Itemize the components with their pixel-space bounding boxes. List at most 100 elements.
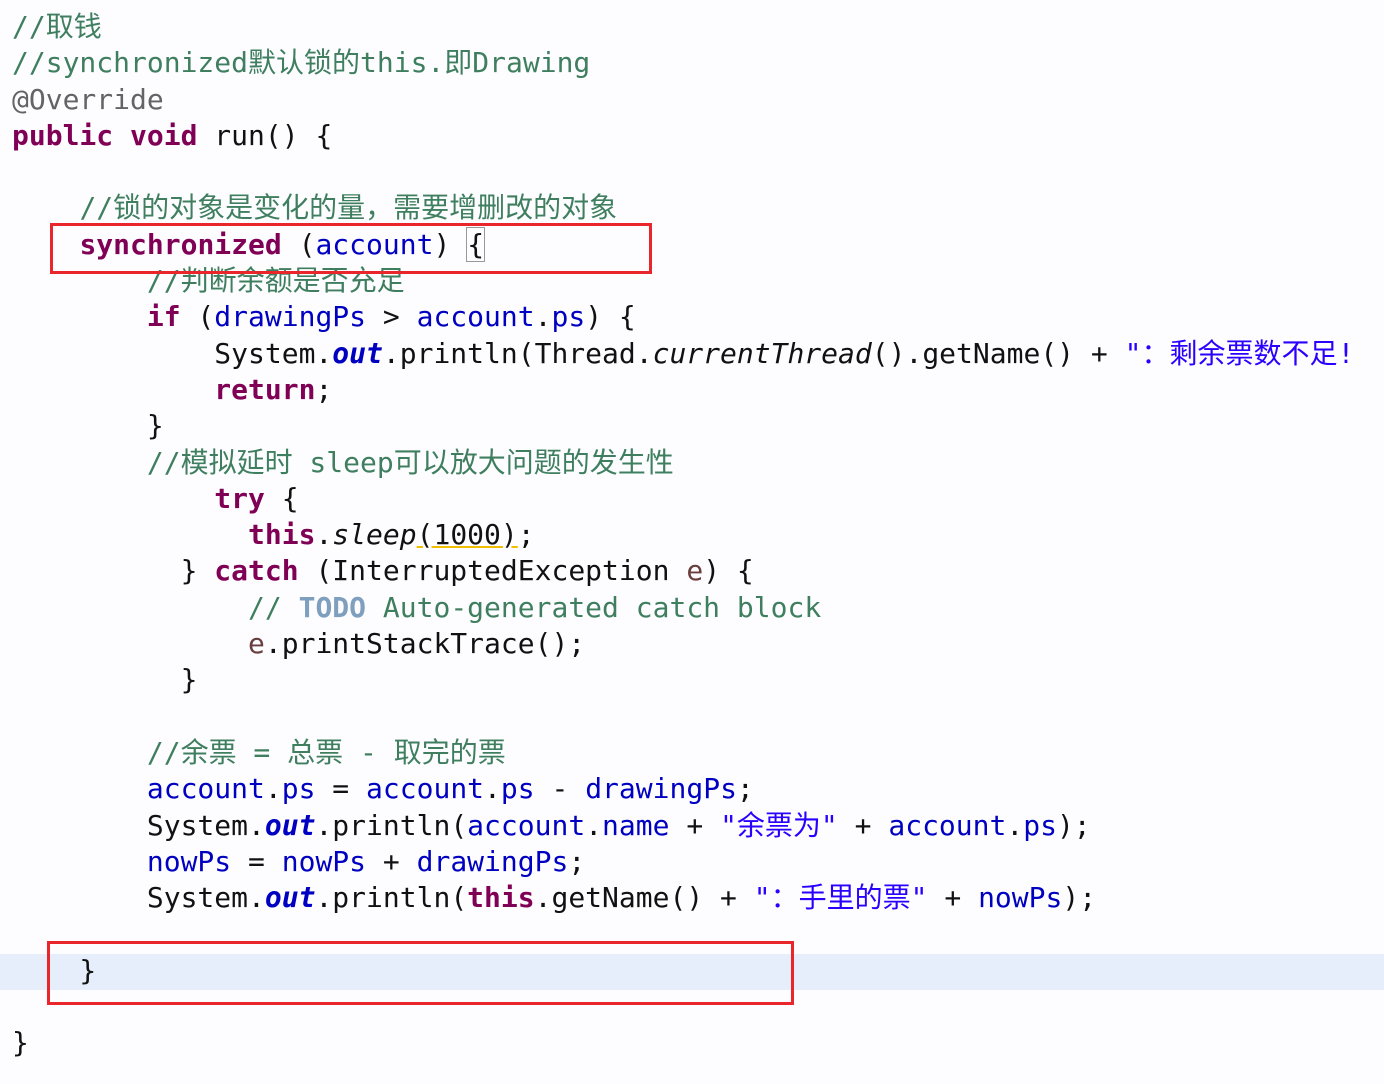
code-token: ps	[281, 772, 316, 806]
code-line[interactable]: //模拟延时 sleep可以放大问题的发生性	[12, 445, 1354, 481]
code-line[interactable]: account.ps = account.ps - drawingPs;	[12, 771, 1354, 807]
code-token: drawingPs	[416, 844, 569, 878]
code-token: //模拟延时 sleep可以放大问题的发生性	[146, 445, 674, 479]
code-line[interactable]: }	[12, 662, 1354, 698]
code-token: "余票为"	[720, 808, 838, 842]
code-token: .printStackTrace();	[264, 627, 586, 661]
code-token: public	[12, 118, 114, 152]
code-token: System.	[12, 336, 333, 370]
code-token: ps	[551, 300, 586, 334]
code-token: ;	[736, 772, 754, 806]
code-token: .println(Thread.	[382, 336, 653, 370]
code-token: account	[366, 772, 485, 806]
code-token: ;	[568, 844, 586, 878]
code-token: TODO	[298, 590, 367, 624]
code-line[interactable]: // TODO Auto-generated catch block	[12, 590, 1354, 626]
code-token: void	[130, 118, 198, 152]
code-token: currentThread	[652, 336, 872, 370]
code-token: if	[146, 300, 181, 334]
code-token: name	[602, 808, 670, 842]
code-line[interactable]	[12, 154, 1354, 190]
code-line[interactable]: nowPs = nowPs + drawingPs;	[12, 844, 1354, 880]
code-token: (InterruptedException	[298, 554, 687, 588]
code-token: ps	[1023, 808, 1057, 842]
code-line[interactable]: }	[12, 1025, 1354, 1061]
highlight-box-closing-brace	[47, 941, 794, 1005]
code-token: drawingPs	[585, 772, 737, 806]
code-line[interactable]: //余票 = 总票 - 取完的票	[12, 735, 1354, 771]
code-line[interactable]	[12, 699, 1354, 735]
code-line[interactable]: System.out.println(account.name + "余票为" …	[12, 808, 1354, 844]
code-line[interactable]: //synchronized默认锁的this.即Drawing	[12, 45, 1354, 81]
code-token: //余票 = 总票 - 取完的票	[146, 735, 506, 769]
code-line[interactable]: public void run() {	[12, 118, 1354, 154]
code-token: "：手里的票"	[753, 881, 928, 915]
code-token: account	[416, 300, 535, 334]
code-token: account	[146, 772, 265, 806]
code-token: .	[315, 518, 333, 552]
code-token: //synchronized默认锁的this.即Drawing	[12, 46, 591, 80]
code-token: {	[264, 481, 299, 515]
code-token: drawingPs	[214, 300, 367, 334]
code-line[interactable]: System.out.println(this.getName() + "：手里…	[12, 880, 1354, 916]
code-token: nowPs	[146, 844, 232, 878]
code-token: (1000)	[416, 518, 518, 552]
code-token: .	[1006, 808, 1024, 842]
code-line[interactable]: }	[12, 408, 1354, 444]
code-token: System.	[12, 808, 265, 842]
code-line[interactable]: //取钱	[12, 9, 1354, 45]
code-line[interactable]: System.out.println(Thread.currentThread(…	[12, 336, 1354, 372]
code-token: account	[888, 808, 1007, 842]
code-token: }	[12, 663, 198, 697]
code-token: ) {	[703, 554, 754, 588]
code-token: +	[927, 881, 979, 915]
code-token: ) {	[585, 300, 636, 334]
code-line[interactable]: try {	[12, 481, 1354, 517]
code-token: Auto-generated catch block	[366, 590, 822, 624]
code-token: e	[248, 627, 265, 661]
code-token: try	[214, 481, 265, 515]
code-token: ps	[500, 772, 535, 806]
code-token: System.	[12, 881, 265, 915]
code-line[interactable]: @Override	[12, 82, 1354, 118]
code-token: e	[686, 554, 704, 588]
code-token: //取钱	[12, 10, 102, 43]
code-token: }	[12, 409, 164, 443]
code-token: .println(	[315, 808, 468, 842]
code-token: account	[467, 808, 586, 842]
code-token: this	[248, 518, 316, 552]
code-token: (	[180, 300, 215, 334]
code-token: ().getName() +	[871, 336, 1125, 370]
code-line[interactable]: this.sleep(1000);	[12, 517, 1354, 553]
code-token: nowPs	[281, 844, 367, 878]
code-token: sleep	[332, 518, 417, 552]
code-token: this	[467, 881, 535, 915]
code-token: @Override	[12, 82, 164, 116]
code-line[interactable]: return;	[12, 372, 1354, 408]
code-token: ;	[315, 372, 333, 406]
code-token: >	[366, 300, 417, 334]
code-token: catch	[214, 554, 299, 588]
code-token: ;	[517, 518, 535, 552]
code-line[interactable]: //锁的对象是变化的量，需要增删改的对象	[12, 190, 1354, 226]
code-token: .	[484, 772, 501, 806]
code-editor[interactable]: //取钱//synchronized默认锁的this.即Drawing @Over…	[12, 9, 1354, 1062]
code-token: .println(	[315, 881, 468, 915]
code-token: +	[837, 808, 889, 842]
code-token: .	[585, 808, 603, 842]
code-line[interactable]: e.printStackTrace();	[12, 626, 1354, 662]
code-token: out	[332, 336, 383, 370]
code-token: +	[366, 844, 417, 878]
code-token: );	[1056, 808, 1091, 842]
code-line[interactable]: } catch (InterruptedException e) {	[12, 553, 1354, 589]
code-line[interactable]: if (drawingPs > account.ps) {	[12, 299, 1354, 335]
